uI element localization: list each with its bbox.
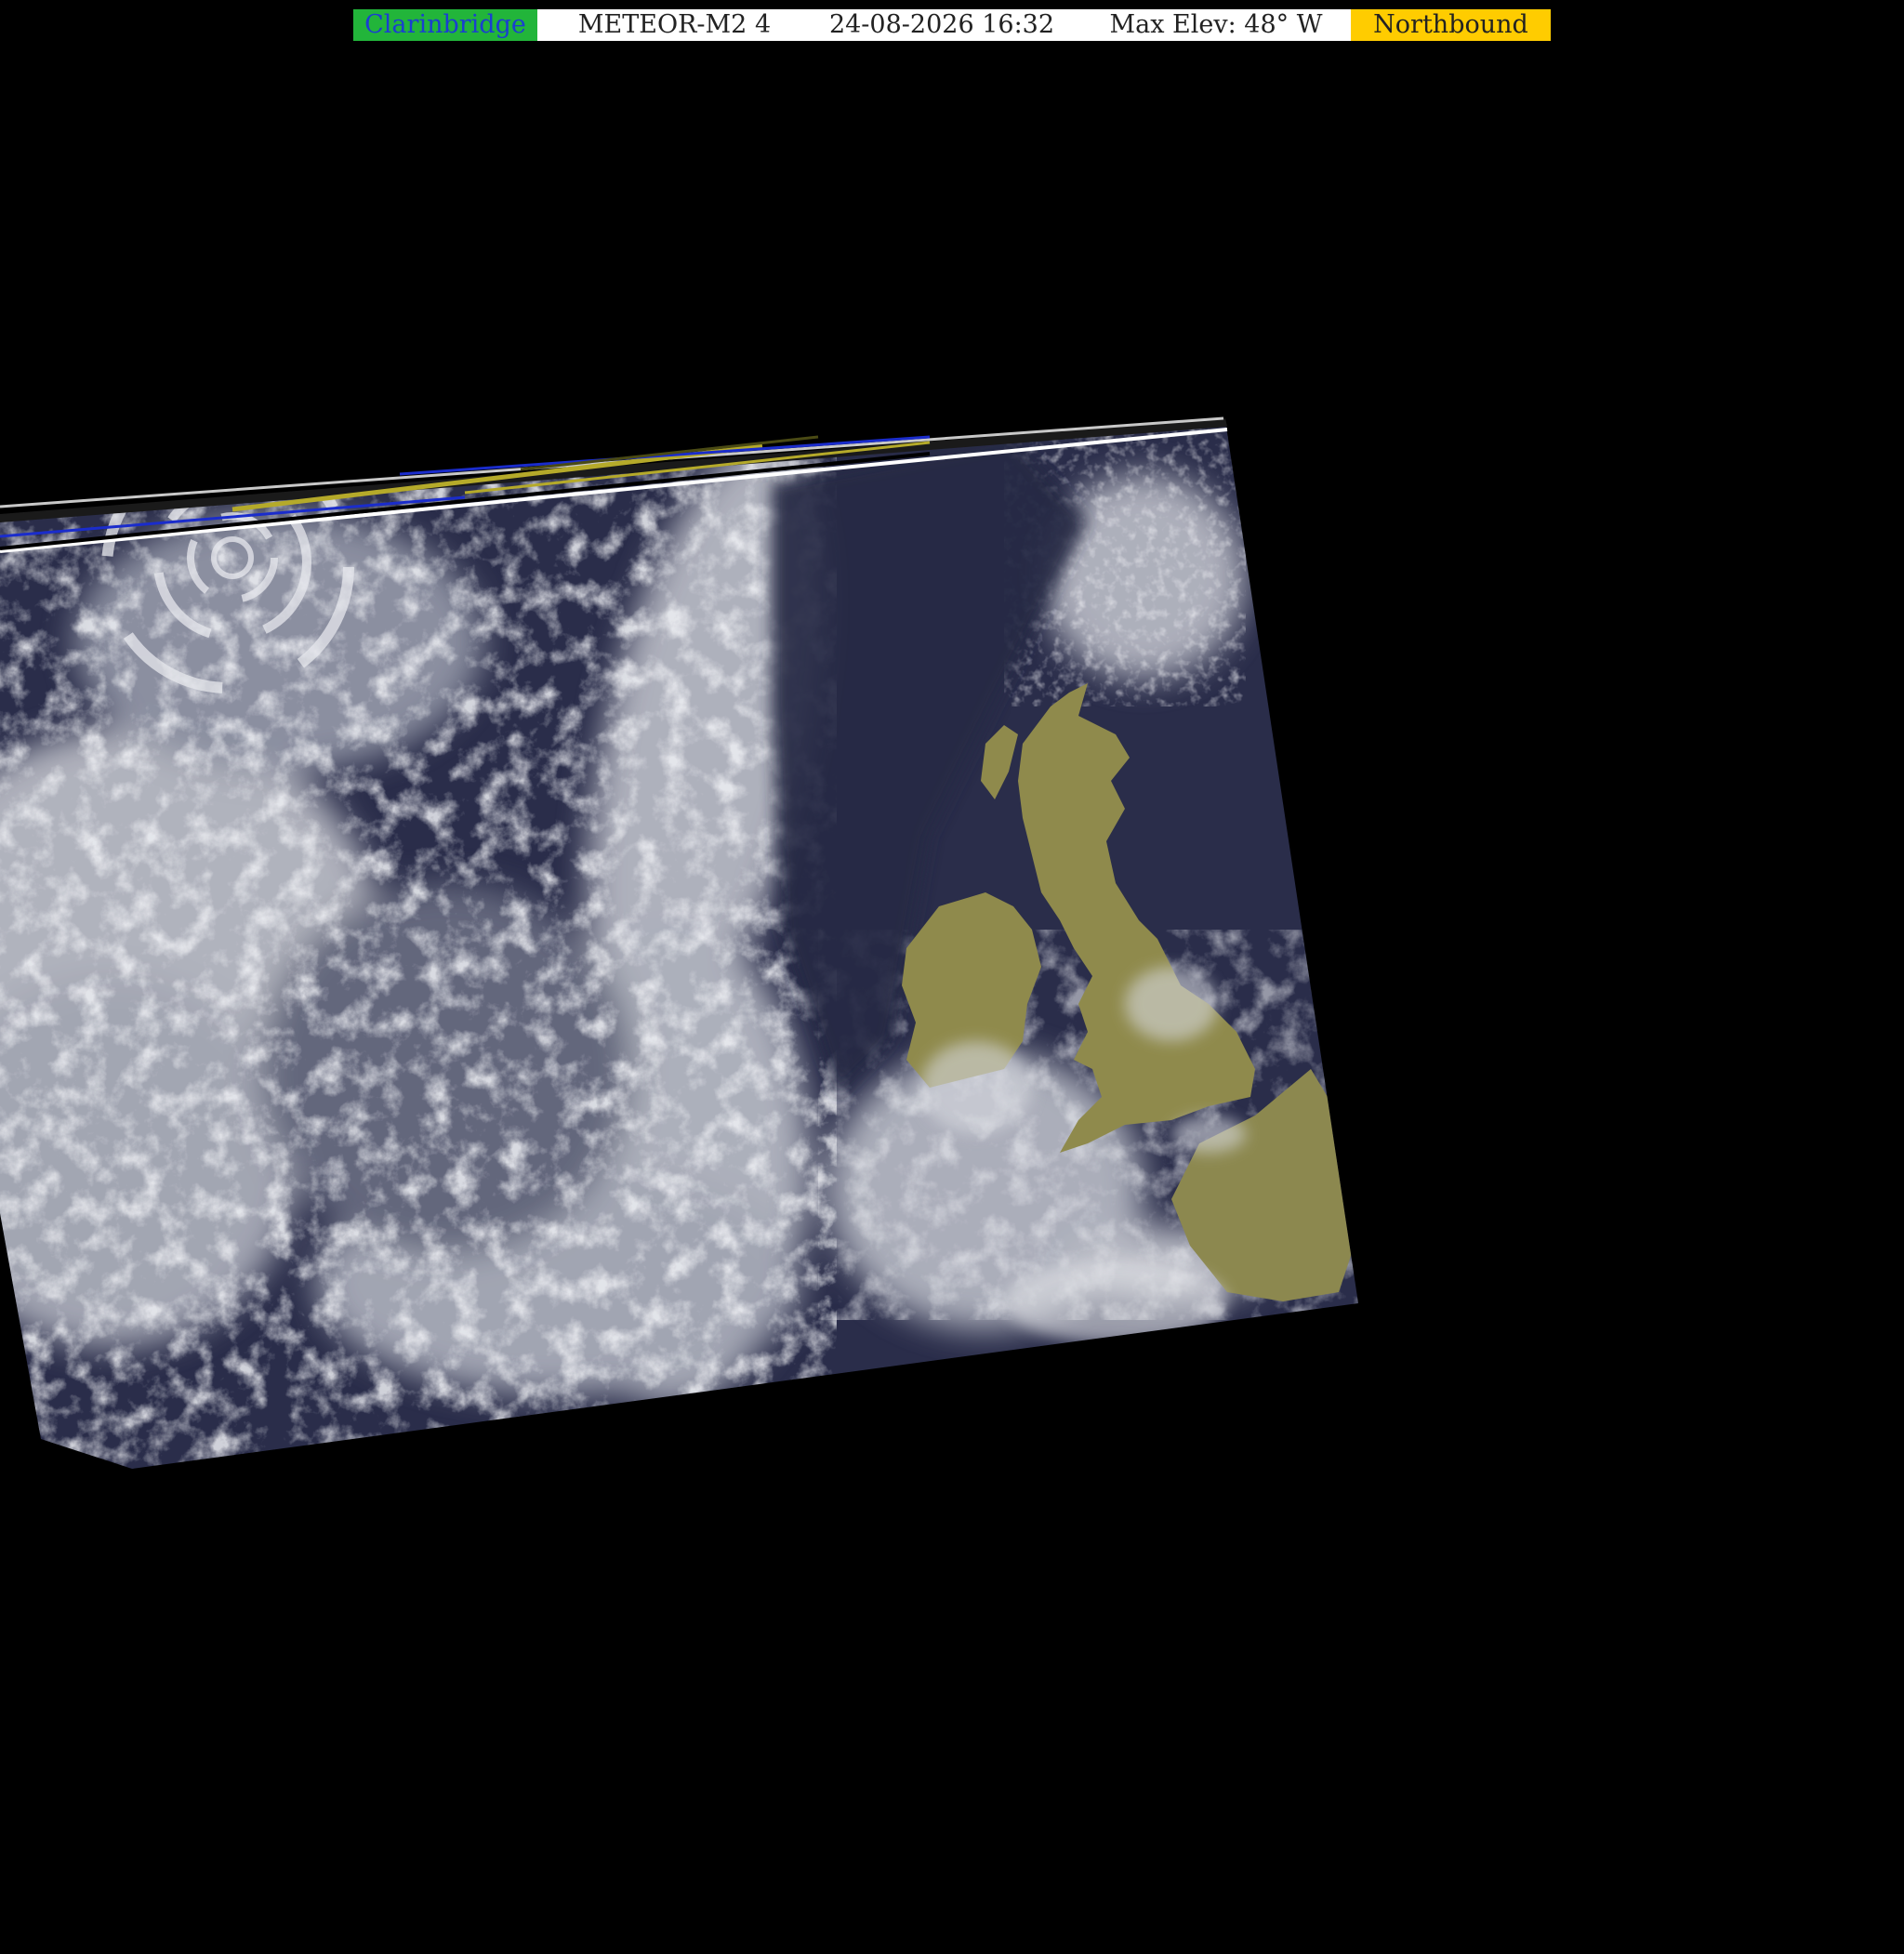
satellite-image-area: [0, 0, 1904, 1954]
satellite-swath-image: [0, 416, 1358, 1469]
